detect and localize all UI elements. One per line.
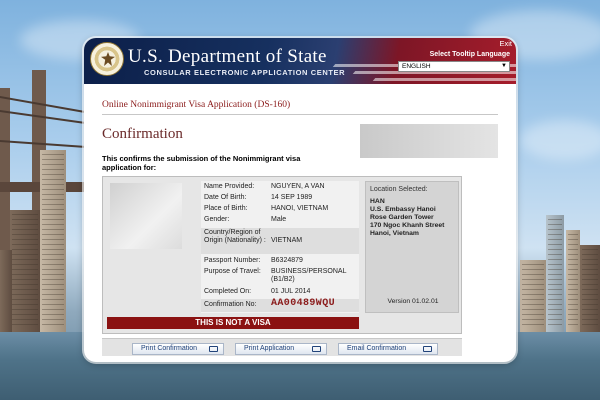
applicant-photo — [110, 183, 182, 249]
language-select[interactable]: ENGLISH ▼ — [398, 61, 510, 72]
language-selected-value: ENGLISH — [402, 63, 431, 70]
applicant-details: Name Provided: NGUYEN, A VAN Date Of Bir… — [201, 181, 359, 313]
chevron-down-icon: ▼ — [501, 63, 507, 69]
site-title: U.S. Department of State — [128, 46, 327, 67]
document-icon — [209, 346, 218, 352]
detail-row-completed: Completed On: 01 JUL 2014 — [204, 288, 311, 295]
department-seal-icon — [90, 42, 124, 76]
confirmation-panel: Name Provided: NGUYEN, A VAN Date Of Bir… — [102, 176, 462, 334]
print-confirmation-button[interactable]: Print Confirmation — [132, 343, 224, 355]
intro-text: This confirms the submission of the Noni… — [102, 154, 301, 172]
printer-icon — [312, 346, 321, 352]
page-title: Confirmation — [102, 126, 183, 142]
confirmation-number: AA00489WQU — [271, 298, 336, 309]
email-confirmation-button[interactable]: Email Confirmation — [338, 343, 438, 355]
location-panel: Location Selected: HAN U.S. Embassy Hano… — [365, 181, 459, 313]
detail-row-dob: Date Of Birth: 14 SEP 1989 — [204, 194, 313, 201]
site-header: U.S. Department of State CONSULAR ELECTR… — [84, 38, 516, 84]
detail-row-gender: Gender: Male — [204, 216, 287, 223]
application-type-link[interactable]: Online Nonimmigrant Visa Application (DS… — [102, 100, 290, 110]
print-application-button[interactable]: Print Application — [235, 343, 327, 355]
barcode-image — [360, 124, 498, 158]
detail-row-passport: Passport Number: B6324879 — [204, 257, 303, 264]
not-a-visa-banner: THIS IS NOT A VISA — [107, 317, 359, 329]
location-label: Location Selected: — [370, 186, 428, 193]
location-address: HAN U.S. Embassy Hanoi Rose Garden Tower… — [370, 198, 445, 237]
detail-row-pob: Place of Birth: HANOI, VIETNAM — [204, 205, 329, 212]
site-subtitle: CONSULAR ELECTRONIC APPLICATION CENTER — [144, 68, 346, 77]
exit-link[interactable]: Exit — [499, 39, 512, 48]
action-bar: Print Confirmation Print Application Ema… — [102, 338, 462, 356]
detail-row-nationality: Country/Region of Origin (Nationality) :… — [201, 228, 359, 254]
divider — [102, 114, 498, 115]
tooltip-language-label: Select Tooltip Language — [429, 51, 510, 58]
application-window: U.S. Department of State CONSULAR ELECTR… — [84, 38, 516, 362]
envelope-icon — [423, 346, 432, 352]
detail-row-confirmation: Confirmation No: AA00489WQU — [201, 299, 359, 312]
version-text: Version 01.02.01 — [387, 298, 439, 305]
detail-row-name: Name Provided: NGUYEN, A VAN — [204, 183, 325, 190]
detail-row-purpose: Purpose of Travel: BUSINESS/PERSONAL (B1… — [204, 268, 347, 283]
